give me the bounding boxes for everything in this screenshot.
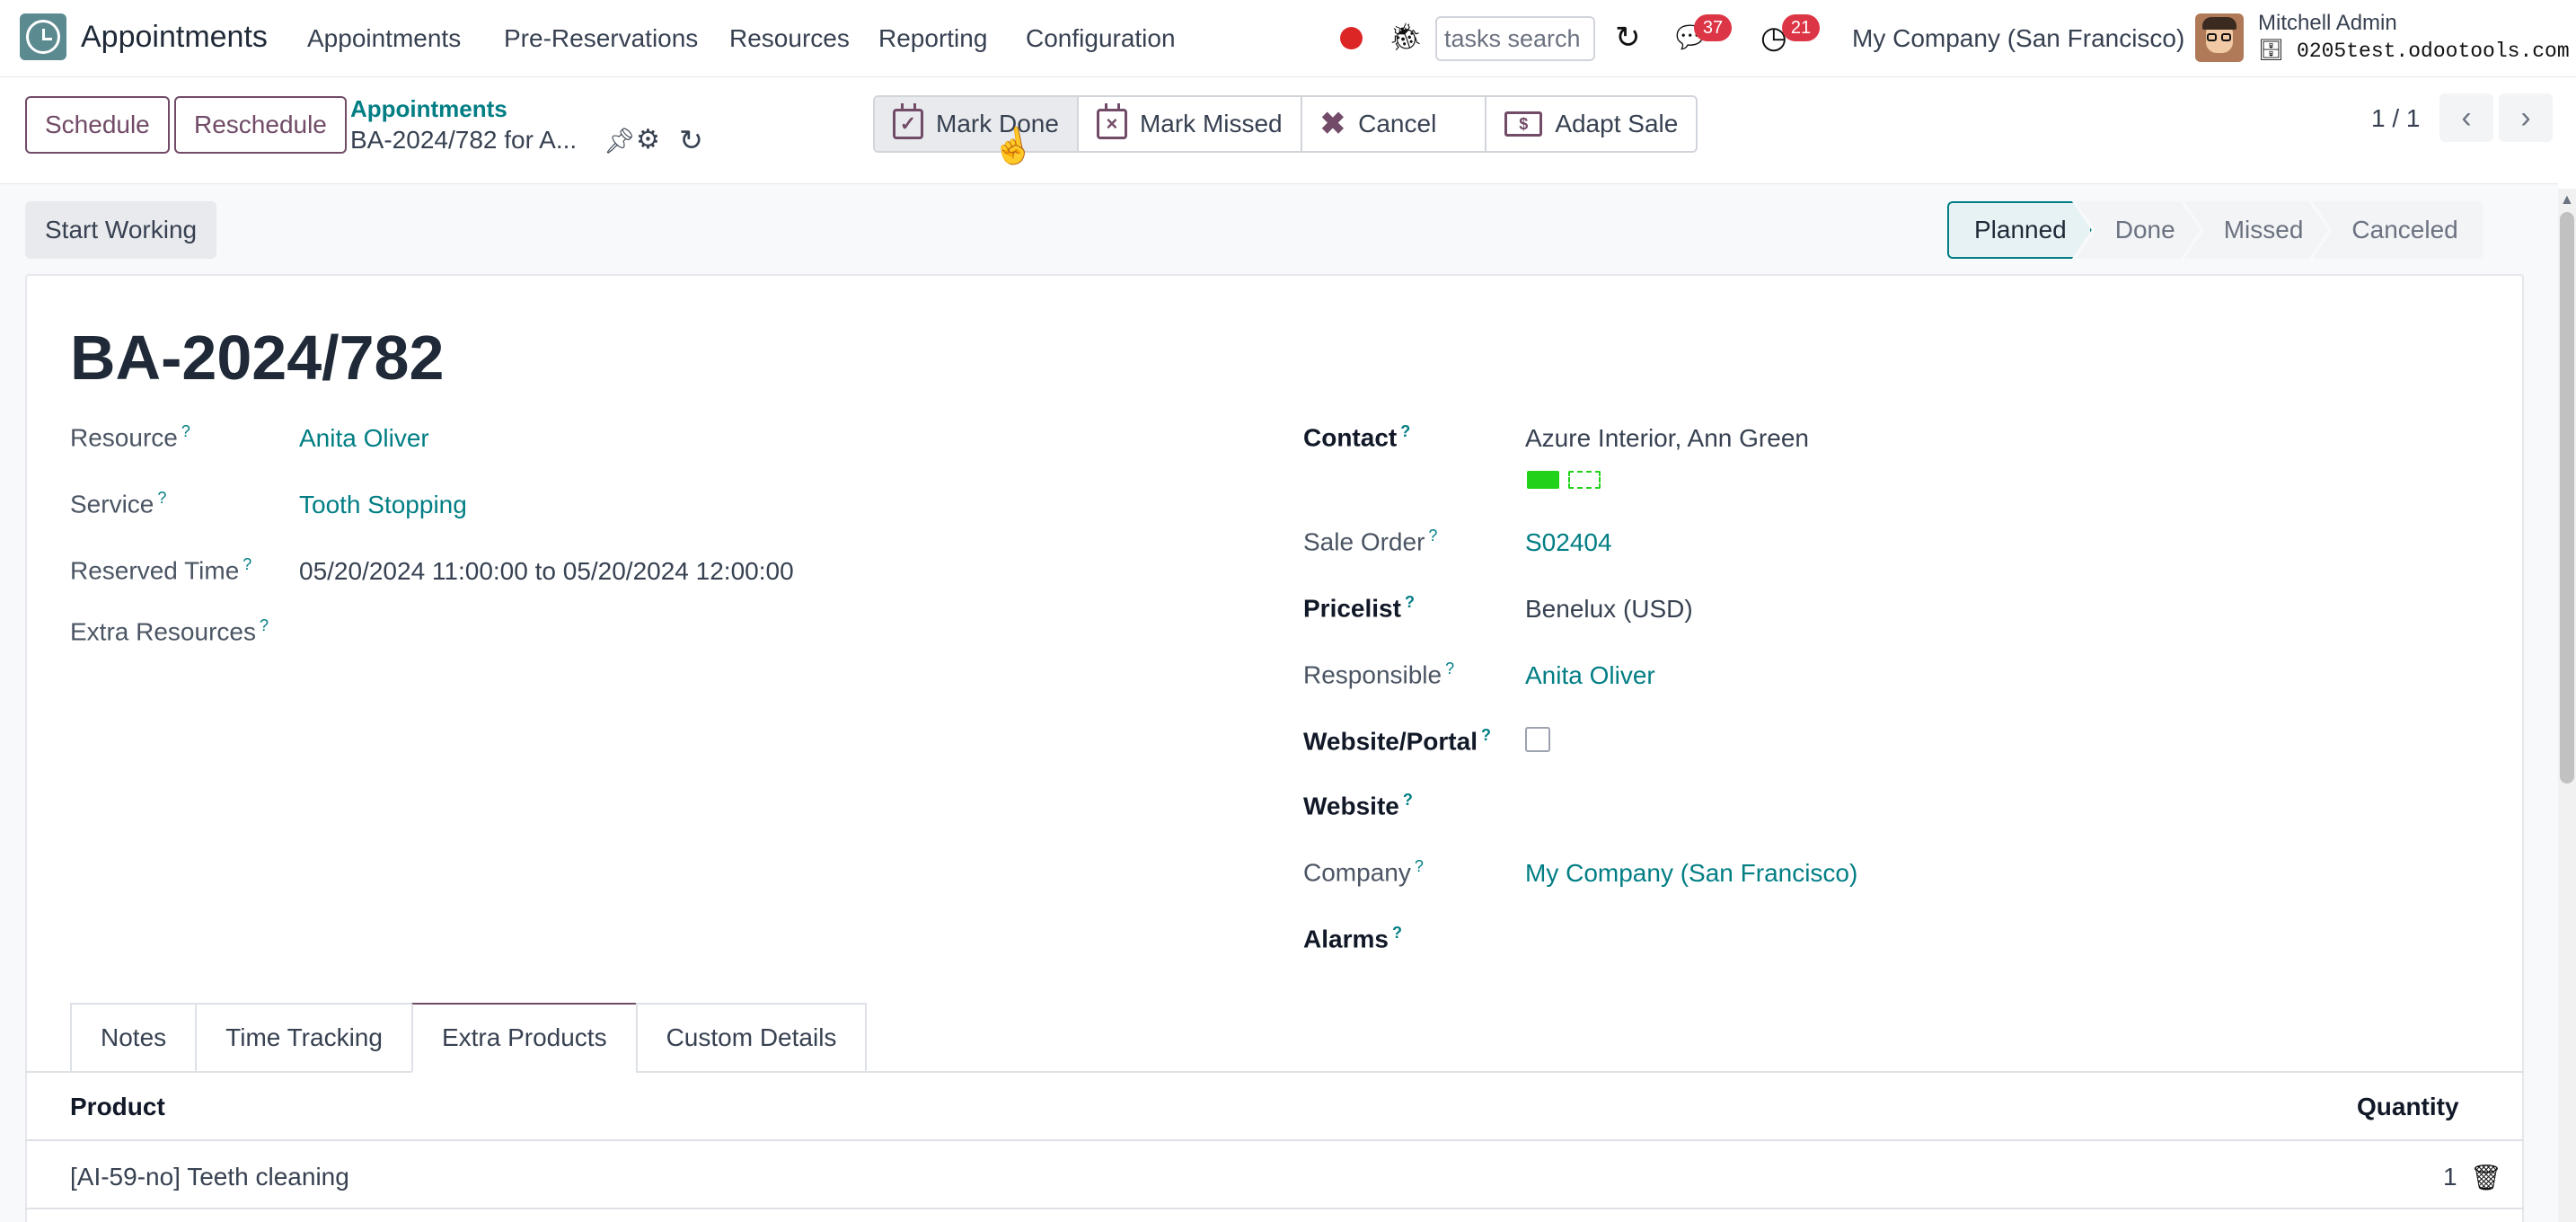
pager-previous-button[interactable]: ‹ (2439, 93, 2493, 142)
contact-tag-dotted[interactable] (1568, 471, 1601, 489)
top-navbar: Appointments Appointments Pre-Reservatio… (0, 0, 2576, 77)
adapt-sale-label: Adapt Sale (1555, 110, 1679, 137)
menu-reporting[interactable]: Reporting (878, 24, 987, 53)
website-portal-checkbox[interactable] (1525, 727, 1550, 752)
column-header-product[interactable]: Product (70, 1093, 165, 1121)
app-logo-icon[interactable] (20, 13, 66, 60)
responsible-value[interactable]: Anita Oliver (1525, 661, 1655, 690)
mark-missed-button[interactable]: × Mark Missed (1078, 97, 1302, 151)
mark-done-button[interactable]: ✓ Mark Done (875, 97, 1079, 151)
record-indicator-icon[interactable] (1340, 27, 1363, 49)
user-avatar[interactable] (2195, 13, 2244, 62)
app-name[interactable]: Appointments (81, 20, 268, 55)
sale-order-value[interactable]: S02404 (1525, 528, 1612, 557)
resource-value[interactable]: Anita Oliver (299, 424, 429, 453)
column-header-quantity[interactable]: Quantity (2357, 1093, 2459, 1121)
menu-resources[interactable]: Resources (729, 24, 850, 53)
cancel-label: Cancel (1358, 110, 1437, 137)
debug-bug-icon[interactable]: 🐞︎ (1389, 22, 1423, 53)
schedule-button[interactable]: Schedule (25, 96, 170, 154)
stage-done[interactable]: Done (2076, 201, 2201, 259)
pager-next-button[interactable]: › (2499, 93, 2553, 142)
breadcrumb-parent[interactable]: Appointments (350, 95, 507, 123)
activities-count-badge: 21 (1782, 14, 1820, 41)
sale-order-label: Sale Order? (1303, 527, 1438, 556)
trash-icon[interactable]: 🗑︎ (2470, 1163, 2502, 1192)
reserved-time-label: Reserved Time? (70, 555, 252, 585)
menu-appointments[interactable]: Appointments (307, 24, 461, 53)
table-row-divider (25, 1208, 2524, 1209)
tab-extra-products[interactable]: Extra Products (410, 1003, 638, 1073)
reschedule-button[interactable]: Reschedule (174, 96, 347, 154)
gear-icon[interactable]: ⚙ (636, 124, 660, 155)
form-sheet (25, 274, 2524, 1222)
notebook-tabs: Notes Time Tracking Extra Products Custo… (70, 1003, 868, 1073)
database-name: 🗄︎ 0205test.odootools.com (2258, 40, 2570, 63)
company-value[interactable]: My Company (San Francisco) (1525, 859, 1857, 888)
cancel-button[interactable]: ✖ Cancel (1301, 97, 1487, 151)
pricelist-label: Pricelist? (1303, 593, 1415, 623)
calendar-x-icon: × (1096, 103, 1127, 139)
company-switcher[interactable]: My Company (San Francisco) (1852, 24, 2184, 53)
pricelist-value[interactable]: Benelux (USD) (1525, 595, 1693, 624)
menu-pre-reservations[interactable]: Pre-Reservations (504, 24, 698, 53)
record-title[interactable]: BA-2024/782 (70, 322, 444, 394)
user-name[interactable]: Mitchell Admin (2258, 11, 2397, 36)
tab-custom-details[interactable]: Custom Details (635, 1003, 868, 1073)
alarms-label: Alarms? (1303, 924, 1402, 953)
table-row-product[interactable]: [AI-59-no] Teeth cleaning (70, 1163, 349, 1191)
scroll-up-arrow-icon[interactable]: ▲ (2560, 192, 2574, 208)
mark-missed-label: Mark Missed (1139, 110, 1283, 137)
close-icon: ✖ (1319, 107, 1346, 141)
chevron-left-icon: ‹ (2461, 100, 2472, 135)
tasks-search-input[interactable] (1435, 16, 1595, 61)
reserved-time-value[interactable]: 05/20/2024 11:00:00 to 05/20/2024 12:00:… (299, 557, 794, 586)
calendar-check-icon: ✓ (893, 103, 923, 139)
chevron-right-icon: › (2520, 100, 2531, 135)
responsible-label: Responsible? (1303, 660, 1455, 689)
messages-count-badge: 37 (1694, 14, 1732, 41)
stage-planned[interactable]: Planned (1947, 201, 2092, 259)
adapt-sale-button[interactable]: $ Adapt Sale (1486, 97, 1697, 151)
scrollbar-thumb[interactable] (2560, 212, 2574, 784)
stage-canceled[interactable]: Canceled (2312, 201, 2483, 259)
contact-label: Contact? (1303, 422, 1411, 452)
pin-icon[interactable]: 📌︎ (604, 126, 636, 155)
refresh-icon[interactable]: ↻ (1615, 20, 1641, 56)
service-value[interactable]: Tooth Stopping (299, 491, 467, 519)
tab-time-tracking[interactable]: Time Tracking (195, 1003, 413, 1073)
website-portal-label: Website/Portal? (1303, 726, 1491, 756)
menu-configuration[interactable]: Configuration (1026, 24, 1176, 53)
website-label: Website? (1303, 791, 1413, 820)
pager-value[interactable]: 1 / 1 (2371, 104, 2420, 133)
money-icon: $ (1504, 111, 1543, 137)
hand-cursor-icon: ☝ (988, 125, 1037, 170)
company-label: Company? (1303, 857, 1424, 887)
table-header-divider (25, 1139, 2524, 1141)
breadcrumb-current: BA-2024/782 for A... (350, 126, 578, 154)
contact-value[interactable]: Azure Interior, Ann Green (1525, 424, 1809, 453)
status-bar: Planned Done Missed Canceled (1947, 201, 2483, 259)
contact-tag-solid[interactable] (1527, 471, 1559, 489)
tab-notes[interactable]: Notes (70, 1003, 198, 1073)
stage-missed[interactable]: Missed (2184, 201, 2329, 259)
start-working-button[interactable]: Start Working (25, 201, 217, 259)
service-label: Service? (70, 489, 167, 518)
resource-label: Resource? (70, 422, 190, 452)
table-row-quantity[interactable]: 1 (2443, 1163, 2457, 1191)
extra-resources-label: Extra Resources? (70, 616, 269, 646)
sync-icon[interactable]: ↻ (679, 123, 703, 157)
